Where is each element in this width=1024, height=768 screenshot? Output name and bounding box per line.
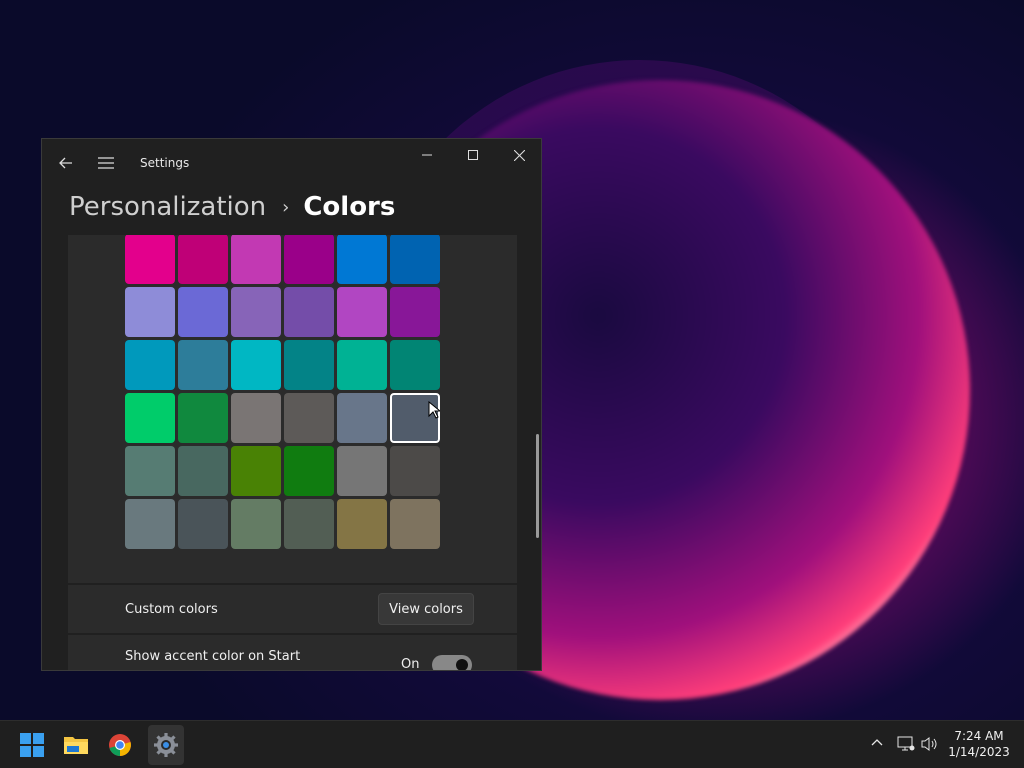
accent-color-swatch[interactable] [231, 287, 281, 337]
show-accent-start-row: Show accent color on Start On [68, 635, 517, 671]
accent-color-swatch[interactable] [231, 340, 281, 390]
accent-color-swatch[interactable] [178, 340, 228, 390]
accent-color-swatch[interactable] [125, 340, 175, 390]
accent-color-swatch[interactable] [178, 499, 228, 549]
accent-color-swatch[interactable] [178, 446, 228, 496]
accent-color-card [68, 235, 517, 583]
maximize-icon [468, 150, 478, 160]
accent-color-swatch[interactable] [390, 446, 440, 496]
taskbar: 7:24 AM 1/14/2023 [0, 720, 1024, 768]
file-explorer-button[interactable] [60, 729, 92, 761]
accent-color-swatch[interactable] [284, 287, 334, 337]
breadcrumb: Personalization › Colors [69, 187, 395, 227]
accent-color-swatch[interactable] [231, 393, 281, 443]
accent-color-swatch[interactable] [337, 235, 387, 284]
mouse-cursor-icon [428, 401, 440, 419]
accent-color-swatch[interactable] [178, 287, 228, 337]
app-title: Settings [140, 156, 190, 170]
accent-color-swatch[interactable] [284, 235, 334, 284]
chrome-icon [109, 734, 131, 756]
custom-colors-label: Custom colors [125, 602, 218, 617]
content-scroll-area[interactable]: Custom colors View colors Show accent co… [68, 235, 517, 671]
minimize-icon [422, 154, 432, 156]
chevron-right-icon: › [282, 196, 290, 218]
toggle-state-label: On [401, 657, 420, 671]
folder-icon [64, 737, 88, 754]
hamburger-icon [98, 157, 114, 169]
scrollbar-thumb[interactable] [536, 434, 539, 538]
page-title: Colors [303, 192, 396, 222]
toggle-knob [456, 659, 468, 670]
title-bar: Settings [42, 139, 541, 187]
accent-color-swatch[interactable] [125, 499, 175, 549]
breadcrumb-personalization[interactable]: Personalization [69, 192, 266, 222]
accent-color-swatch[interactable] [178, 393, 228, 443]
accent-color-swatch[interactable] [231, 446, 281, 496]
system-clock[interactable]: 7:24 AM 1/14/2023 [940, 728, 1018, 760]
network-icon[interactable] [897, 736, 915, 752]
accent-color-swatch[interactable] [390, 235, 440, 284]
accent-color-swatch[interactable] [337, 340, 387, 390]
accent-color-swatch[interactable] [231, 499, 281, 549]
accent-color-swatch[interactable] [284, 340, 334, 390]
show-accent-toggle[interactable] [432, 655, 472, 670]
accent-color-swatch[interactable] [125, 287, 175, 337]
settings-taskbar-button[interactable] [150, 729, 182, 761]
close-button[interactable] [496, 139, 541, 171]
minimize-button[interactable] [404, 139, 450, 171]
view-colors-button[interactable]: View colors [378, 593, 474, 625]
clock-time: 7:24 AM [954, 729, 1004, 743]
accent-color-swatch[interactable] [284, 446, 334, 496]
windows-logo-icon [20, 733, 44, 757]
close-icon [513, 149, 525, 161]
accent-color-swatch[interactable] [125, 393, 175, 443]
nav-menu-button[interactable] [92, 149, 120, 177]
custom-colors-row: Custom colors View colors [68, 585, 517, 633]
accent-color-swatch[interactable] [125, 235, 175, 284]
accent-color-swatch[interactable] [390, 287, 440, 337]
accent-color-swatch[interactable] [284, 499, 334, 549]
accent-color-swatch[interactable] [125, 446, 175, 496]
accent-color-swatch[interactable] [231, 235, 281, 284]
volume-icon[interactable] [920, 736, 938, 752]
show-accent-label: Show accent color on Start [125, 649, 301, 664]
settings-window: Settings Personalization › Colors Custom… [41, 138, 542, 671]
accent-color-swatch[interactable] [178, 235, 228, 284]
clock-date: 1/14/2023 [948, 745, 1010, 759]
accent-color-swatch[interactable] [337, 446, 387, 496]
start-button[interactable] [16, 729, 48, 761]
show-hidden-icons-chevron-up-icon[interactable] [871, 738, 883, 746]
back-arrow-icon [59, 157, 72, 169]
chrome-button[interactable] [104, 729, 136, 761]
maximize-button[interactable] [450, 139, 496, 171]
gear-icon [154, 733, 178, 757]
accent-color-swatch[interactable] [337, 499, 387, 549]
accent-color-swatch[interactable] [337, 393, 387, 443]
accent-color-swatch[interactable] [284, 393, 334, 443]
accent-color-swatch[interactable] [390, 499, 440, 549]
back-button[interactable] [52, 149, 80, 177]
accent-color-swatch[interactable] [390, 340, 440, 390]
accent-color-swatch[interactable] [337, 287, 387, 337]
